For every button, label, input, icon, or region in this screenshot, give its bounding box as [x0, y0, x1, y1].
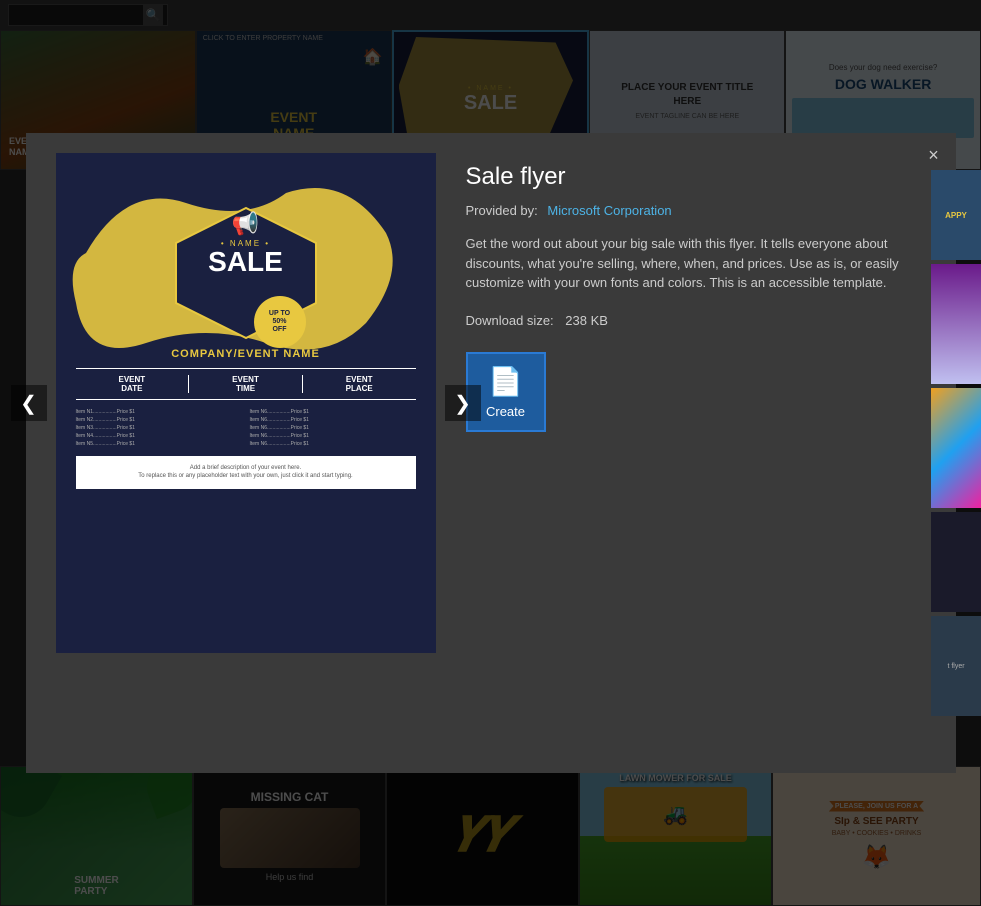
create-icon: 📄	[488, 365, 523, 398]
rsp-last-panel[interactable]: t flyer	[931, 616, 981, 716]
rsp-dark-panel[interactable]	[931, 512, 981, 612]
download-size: 238 KB	[565, 313, 608, 328]
nav-arrow-right[interactable]: ❯	[445, 385, 481, 421]
download-size-row: Download size: 238 KB	[466, 313, 926, 328]
flyer-discount-text: UP TO 50% OFF	[269, 310, 290, 333]
modal-overlay: APPY t flyer × ❮	[0, 0, 981, 906]
flyer-items-list: Item N1.................Price $1 Item N2…	[76, 408, 416, 448]
download-label: Download size:	[466, 313, 554, 328]
nav-arrow-left[interactable]: ❮	[11, 385, 47, 421]
create-label: Create	[486, 404, 525, 419]
flyer-event-date: EVENTDATE	[76, 375, 190, 393]
flyer-hexagon: 📢 • NAME • SALE UP TO 50% OFF	[156, 193, 336, 353]
modal-content: ❮ 📢 • NAME •	[26, 133, 956, 773]
modal-description: Get the word out about your big sale wit…	[466, 234, 926, 293]
flyer-description-box: Add a brief description of your event he…	[76, 456, 416, 489]
preview-area: ❮ 📢 • NAME •	[56, 153, 436, 653]
flyer-items-col2: Item N6.................Price $1 Item N6…	[250, 408, 416, 448]
flyer-preview: 📢 • NAME • SALE UP TO 50% OFF	[56, 153, 436, 653]
flyer-items-col1: Item N1.................Price $1 Item N2…	[76, 408, 242, 448]
flyer-event-time: EVENTTIME	[189, 375, 303, 393]
flyer-megaphone-icon: 📢	[208, 211, 283, 237]
rsp-happy-panel[interactable]: APPY	[931, 170, 981, 260]
modal-dialog: × ❮	[26, 133, 956, 773]
rsp-purple-panel[interactable]	[931, 264, 981, 384]
provider-row: Provided by: Microsoft Corporation	[466, 203, 926, 218]
rsp-happy-text: APPY	[945, 211, 967, 220]
flyer-event-place: EVENTPLACE	[303, 375, 416, 393]
provider-name: Microsoft Corporation	[547, 203, 671, 218]
modal-close-button[interactable]: ×	[920, 141, 948, 169]
modal-title: Sale flyer	[466, 163, 926, 191]
flyer-sale-text: SALE	[208, 248, 283, 276]
rsp-last-text: t flyer	[947, 663, 964, 670]
flyer-discount-badge: UP TO 50% OFF	[254, 296, 306, 348]
info-panel: Sale flyer Provided by: Microsoft Corpor…	[466, 153, 926, 432]
right-side-panels: APPY t flyer	[931, 170, 981, 716]
rsp-colorful-panel[interactable]	[931, 388, 981, 508]
provider-label: Provided by:	[466, 203, 538, 218]
